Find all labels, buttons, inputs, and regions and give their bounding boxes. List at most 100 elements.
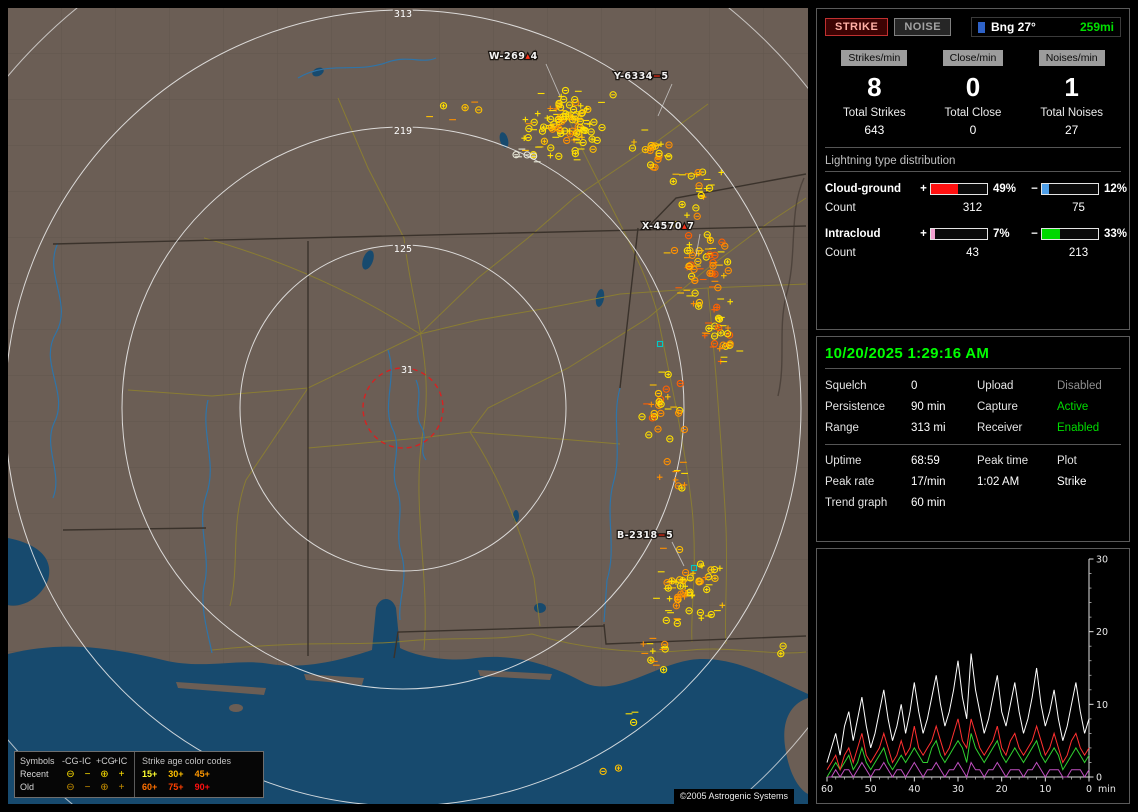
close-per-min-chip: Close/min bbox=[942, 50, 1004, 66]
uptime-value: 68:59 bbox=[911, 455, 940, 467]
minus-icon: − bbox=[84, 781, 91, 793]
copyright-notice: ©2005 Astrogenic Systems bbox=[673, 789, 794, 804]
range-ring-label: 219 bbox=[394, 126, 412, 137]
intracloud-label: Intracloud bbox=[825, 227, 881, 240]
ic-negative-count: 213 bbox=[1068, 246, 1089, 259]
age-code: 45+ bbox=[194, 769, 210, 779]
ic-positive-pct: 7% bbox=[993, 227, 1010, 240]
age-code: 30+ bbox=[168, 769, 184, 779]
status-panel: 10/20/2025 1:29:16 AM Squelch 0 Upload D… bbox=[816, 336, 1130, 542]
status-grid: Squelch 0 Upload Disabled Persistence 90… bbox=[825, 380, 1121, 434]
range-value: 259mi bbox=[1079, 20, 1114, 34]
lightning-map[interactable]: 313 219 125 31 W-269▴4 Y-6334−5 X-4570▴7 B-2318… bbox=[8, 8, 808, 804]
capture-label: Capture bbox=[977, 401, 1018, 413]
legend-col-pos-cg: +CG bbox=[96, 756, 115, 766]
peak-rate-label: Peak rate bbox=[825, 476, 875, 488]
range-setting-value: 313 mi bbox=[911, 422, 946, 434]
uptime-label: Uptime bbox=[825, 455, 862, 467]
age-code: 60+ bbox=[142, 782, 158, 792]
bearing-value: Bng 27° bbox=[991, 20, 1036, 34]
peak-rate-value: 17/min bbox=[911, 476, 946, 488]
storm-cell-label: B-2318−5 bbox=[617, 530, 673, 541]
upload-value: Disabled bbox=[1057, 380, 1102, 392]
strikes-per-min-value: 8 bbox=[867, 72, 882, 102]
lightning-tracker-app: 313 219 125 31 W-269▴4 Y-6334−5 X-4570▴7 B-2318… bbox=[0, 0, 1138, 812]
map-svg: 313 219 125 31 W-269▴4 Y-6334−5 X-4570▴7 B-2318… bbox=[8, 8, 808, 804]
svg-text:10: 10 bbox=[1039, 784, 1051, 795]
trend-graph-panel: 0 10 20 30 60 50 40 30 20 10 0 min bbox=[816, 548, 1130, 804]
plus-icon: + bbox=[118, 781, 125, 793]
cg-negative-count: 75 bbox=[1072, 201, 1085, 214]
datetime-display: 10/20/2025 1:29:16 AM bbox=[825, 345, 1121, 369]
strike-indicator-button[interactable]: STRIKE bbox=[825, 18, 889, 36]
svg-text:30: 30 bbox=[1096, 555, 1108, 566]
ic-negative-bar-fill bbox=[1042, 228, 1061, 239]
negative-sign: − bbox=[1031, 182, 1038, 195]
svg-text:50: 50 bbox=[865, 784, 877, 795]
total-strikes-value: 643 bbox=[864, 123, 885, 137]
svg-text:0: 0 bbox=[1086, 784, 1092, 795]
cg-positive-bar-fill bbox=[931, 183, 959, 194]
legend-recent-label: Recent bbox=[20, 769, 49, 779]
plot-label: Plot bbox=[1057, 455, 1077, 467]
svg-text:20: 20 bbox=[996, 784, 1008, 795]
strikes-column: Strikes/min 8 Total Strikes 643 bbox=[825, 48, 924, 137]
svg-text:30: 30 bbox=[952, 784, 964, 795]
noises-column: Noises/min 1 Total Noises 27 bbox=[1022, 48, 1121, 137]
distribution-title: Lightning type distribution bbox=[825, 155, 1121, 172]
receiver-label: Receiver bbox=[977, 422, 1023, 434]
intracloud-distribution: Intracloud + 7% − 33% Count 43 213 bbox=[825, 224, 1127, 262]
storm-cell-label: X-4570▴7 bbox=[642, 221, 694, 232]
close-column: Close/min 0 Total Close 0 bbox=[924, 48, 1023, 137]
circle-plus-icon: ⊕ bbox=[100, 768, 109, 780]
cg-negative-bar bbox=[1041, 182, 1099, 195]
strikes-per-min-chip: Strikes/min bbox=[841, 50, 908, 66]
ic-positive-bar bbox=[930, 227, 988, 240]
upload-label: Upload bbox=[977, 380, 1014, 392]
cg-positive-count: 312 bbox=[962, 201, 983, 214]
range-label: Range bbox=[825, 422, 859, 434]
cloud-ground-distribution: Cloud-ground + 49% − 12% Count 312 75 bbox=[825, 179, 1127, 217]
sidebar: STRIKE NOISE Bng 27° 259mi Strikes/min 8… bbox=[816, 8, 1130, 804]
trend-setting-row: Trend graph 60 min bbox=[825, 497, 1121, 509]
persistence-label: Persistence bbox=[825, 401, 886, 413]
range-ring-label: 313 bbox=[394, 9, 412, 20]
minus-icon: − bbox=[84, 768, 91, 780]
age-code: 90+ bbox=[194, 782, 210, 792]
trend-series bbox=[826, 653, 1090, 763]
map-legend: Symbols -CG -IC +CG +IC Recent ⊖ − ⊕ + O… bbox=[14, 751, 264, 798]
persistence-value: 90 min bbox=[911, 401, 946, 413]
range-ring-label: 31 bbox=[401, 365, 413, 376]
range-ring-label: 125 bbox=[394, 244, 412, 255]
total-close-value: 0 bbox=[969, 123, 977, 137]
uptime-grid: Uptime 68:59 Peak time Plot Peak rate 17… bbox=[825, 455, 1121, 488]
age-code: 15+ bbox=[142, 769, 158, 779]
svg-text:0: 0 bbox=[1096, 773, 1102, 784]
legend-col-neg-cg: -CG bbox=[62, 756, 79, 766]
circle-minus-icon: ⊖ bbox=[66, 768, 75, 780]
legend-col-pos-ic: +IC bbox=[113, 756, 128, 766]
trend-graph-label: Trend graph bbox=[825, 497, 888, 509]
trend-series bbox=[827, 761, 1090, 779]
total-close-label: Total Close bbox=[944, 107, 1002, 119]
capture-value: Active bbox=[1057, 401, 1089, 413]
svg-text:min: min bbox=[1098, 784, 1116, 795]
positive-sign: + bbox=[920, 182, 927, 195]
cg-negative-bar-fill bbox=[1042, 183, 1049, 194]
noises-per-min-value: 1 bbox=[1064, 72, 1079, 102]
plus-icon: + bbox=[118, 768, 125, 780]
svg-text:60: 60 bbox=[821, 784, 833, 795]
total-noises-value: 27 bbox=[1064, 123, 1079, 137]
ic-negative-bar bbox=[1041, 227, 1099, 240]
negative-sign: − bbox=[1031, 227, 1038, 240]
trend-graph: 010203060 50 40 30 20 10 0 min bbox=[821, 555, 1116, 796]
squelch-label: Squelch bbox=[825, 380, 867, 392]
legend-col-neg-ic: -IC bbox=[79, 756, 91, 766]
count-label: Count bbox=[825, 246, 856, 259]
ic-positive-count: 43 bbox=[966, 246, 979, 259]
circle-plus-icon: ⊕ bbox=[100, 781, 109, 793]
noise-indicator-button[interactable]: NOISE bbox=[894, 18, 952, 36]
strike-stats-panel: STRIKE NOISE Bng 27° 259mi Strikes/min 8… bbox=[816, 8, 1130, 330]
cg-negative-pct: 12% bbox=[1104, 182, 1128, 195]
cg-positive-bar bbox=[930, 182, 988, 195]
